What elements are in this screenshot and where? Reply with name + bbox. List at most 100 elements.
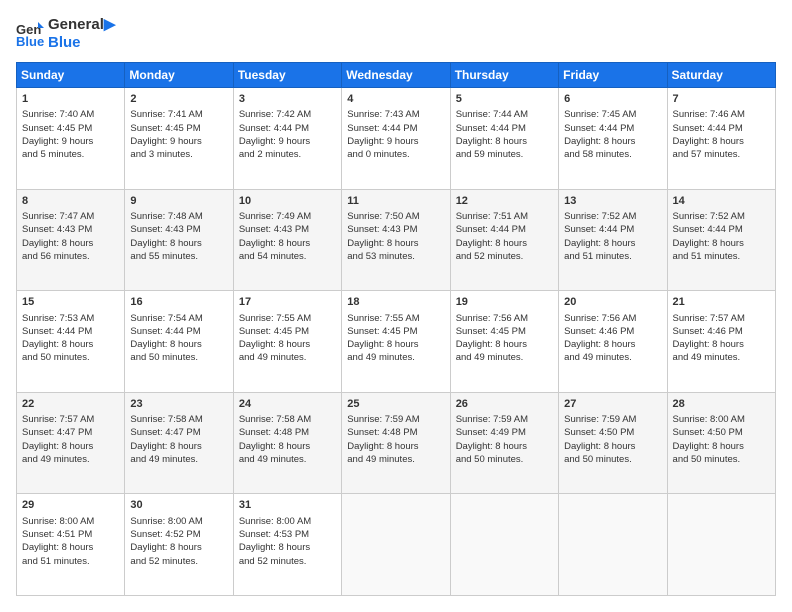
- day-number: 22: [22, 397, 119, 412]
- calendar-cell: 24Sunrise: 7:58 AMSunset: 4:48 PMDayligh…: [233, 392, 341, 494]
- day-info: Sunrise: 7:55 AM: [239, 312, 336, 325]
- day-info: Daylight: 8 hours: [239, 237, 336, 250]
- day-info: Sunset: 4:45 PM: [22, 122, 119, 135]
- col-header-saturday: Saturday: [667, 63, 775, 88]
- day-number: 20: [564, 295, 661, 310]
- day-info: Sunrise: 8:00 AM: [130, 515, 227, 528]
- calendar-table: SundayMondayTuesdayWednesdayThursdayFrid…: [16, 62, 776, 596]
- calendar-cell: 4Sunrise: 7:43 AMSunset: 4:44 PMDaylight…: [342, 88, 450, 190]
- day-info: and 52 minutes.: [130, 555, 227, 568]
- day-info: Daylight: 8 hours: [22, 541, 119, 554]
- day-info: Sunset: 4:44 PM: [347, 122, 444, 135]
- calendar-cell: 8Sunrise: 7:47 AMSunset: 4:43 PMDaylight…: [17, 189, 125, 291]
- day-info: Sunset: 4:47 PM: [130, 426, 227, 439]
- day-info: Sunrise: 7:45 AM: [564, 108, 661, 121]
- day-number: 9: [130, 194, 227, 209]
- day-info: Sunset: 4:44 PM: [673, 223, 770, 236]
- day-info: Daylight: 9 hours: [347, 135, 444, 148]
- day-info: and 49 minutes.: [239, 351, 336, 364]
- day-info: and 50 minutes.: [673, 453, 770, 466]
- day-info: Daylight: 8 hours: [456, 338, 553, 351]
- day-number: 16: [130, 295, 227, 310]
- day-number: 2: [130, 92, 227, 107]
- calendar-cell: 23Sunrise: 7:58 AMSunset: 4:47 PMDayligh…: [125, 392, 233, 494]
- page: Gen Blue General▶ Blue SundayMondayTuesd…: [0, 0, 792, 612]
- day-info: Sunset: 4:48 PM: [239, 426, 336, 439]
- col-header-friday: Friday: [559, 63, 667, 88]
- day-info: and 52 minutes.: [456, 250, 553, 263]
- day-info: Sunset: 4:52 PM: [130, 528, 227, 541]
- day-info: Daylight: 8 hours: [673, 338, 770, 351]
- calendar-cell: 12Sunrise: 7:51 AMSunset: 4:44 PMDayligh…: [450, 189, 558, 291]
- day-info: and 49 minutes.: [239, 453, 336, 466]
- calendar-cell: 7Sunrise: 7:46 AMSunset: 4:44 PMDaylight…: [667, 88, 775, 190]
- day-info: Sunrise: 7:59 AM: [347, 413, 444, 426]
- day-info: and 3 minutes.: [130, 148, 227, 161]
- calendar-cell: 16Sunrise: 7:54 AMSunset: 4:44 PMDayligh…: [125, 291, 233, 393]
- calendar-cell: [559, 494, 667, 596]
- day-info: Daylight: 8 hours: [673, 135, 770, 148]
- calendar-cell: 9Sunrise: 7:48 AMSunset: 4:43 PMDaylight…: [125, 189, 233, 291]
- day-info: Sunrise: 8:00 AM: [673, 413, 770, 426]
- day-number: 12: [456, 194, 553, 209]
- day-number: 27: [564, 397, 661, 412]
- day-info: Sunset: 4:44 PM: [456, 223, 553, 236]
- day-info: Sunrise: 7:46 AM: [673, 108, 770, 121]
- day-info: Daylight: 8 hours: [130, 541, 227, 554]
- day-info: Sunrise: 7:41 AM: [130, 108, 227, 121]
- day-info: Sunset: 4:48 PM: [347, 426, 444, 439]
- day-info: Sunset: 4:43 PM: [239, 223, 336, 236]
- day-number: 11: [347, 194, 444, 209]
- day-info: Sunrise: 8:00 AM: [239, 515, 336, 528]
- day-number: 23: [130, 397, 227, 412]
- day-info: Sunset: 4:47 PM: [22, 426, 119, 439]
- calendar-cell: 10Sunrise: 7:49 AMSunset: 4:43 PMDayligh…: [233, 189, 341, 291]
- day-number: 15: [22, 295, 119, 310]
- calendar-cell: 18Sunrise: 7:55 AMSunset: 4:45 PMDayligh…: [342, 291, 450, 393]
- day-info: and 51 minutes.: [564, 250, 661, 263]
- day-info: Sunset: 4:44 PM: [456, 122, 553, 135]
- day-number: 5: [456, 92, 553, 107]
- day-number: 18: [347, 295, 444, 310]
- day-info: Sunrise: 7:54 AM: [130, 312, 227, 325]
- day-info: and 56 minutes.: [22, 250, 119, 263]
- day-info: Sunrise: 7:49 AM: [239, 210, 336, 223]
- calendar-cell: 2Sunrise: 7:41 AMSunset: 4:45 PMDaylight…: [125, 88, 233, 190]
- day-info: and 51 minutes.: [22, 555, 119, 568]
- day-info: Daylight: 8 hours: [564, 237, 661, 250]
- day-info: Daylight: 8 hours: [22, 338, 119, 351]
- day-info: Sunrise: 7:43 AM: [347, 108, 444, 121]
- day-number: 19: [456, 295, 553, 310]
- day-info: Daylight: 8 hours: [673, 440, 770, 453]
- day-info: Daylight: 9 hours: [22, 135, 119, 148]
- day-info: and 55 minutes.: [130, 250, 227, 263]
- calendar-cell: [667, 494, 775, 596]
- header: Gen Blue General▶ Blue: [16, 16, 776, 52]
- day-info: Daylight: 8 hours: [564, 135, 661, 148]
- calendar-cell: 5Sunrise: 7:44 AMSunset: 4:44 PMDaylight…: [450, 88, 558, 190]
- logo-text: General▶ Blue: [48, 16, 115, 52]
- day-info: Sunset: 4:44 PM: [564, 223, 661, 236]
- day-info: Sunrise: 7:57 AM: [673, 312, 770, 325]
- day-number: 25: [347, 397, 444, 412]
- day-info: Sunrise: 7:57 AM: [22, 413, 119, 426]
- day-info: Sunrise: 7:58 AM: [239, 413, 336, 426]
- calendar-cell: 6Sunrise: 7:45 AMSunset: 4:44 PMDaylight…: [559, 88, 667, 190]
- day-number: 4: [347, 92, 444, 107]
- logo-icon: Gen Blue: [16, 20, 44, 48]
- day-info: Sunset: 4:46 PM: [673, 325, 770, 338]
- calendar-cell: 29Sunrise: 8:00 AMSunset: 4:51 PMDayligh…: [17, 494, 125, 596]
- day-info: and 59 minutes.: [456, 148, 553, 161]
- day-info: and 5 minutes.: [22, 148, 119, 161]
- day-number: 13: [564, 194, 661, 209]
- day-number: 6: [564, 92, 661, 107]
- day-info: Sunrise: 7:59 AM: [564, 413, 661, 426]
- calendar-cell: 15Sunrise: 7:53 AMSunset: 4:44 PMDayligh…: [17, 291, 125, 393]
- calendar-cell: 17Sunrise: 7:55 AMSunset: 4:45 PMDayligh…: [233, 291, 341, 393]
- day-info: Sunset: 4:50 PM: [564, 426, 661, 439]
- calendar-cell: 22Sunrise: 7:57 AMSunset: 4:47 PMDayligh…: [17, 392, 125, 494]
- calendar-cell: 25Sunrise: 7:59 AMSunset: 4:48 PMDayligh…: [342, 392, 450, 494]
- day-info: Daylight: 8 hours: [456, 440, 553, 453]
- day-info: and 57 minutes.: [673, 148, 770, 161]
- calendar-cell: [450, 494, 558, 596]
